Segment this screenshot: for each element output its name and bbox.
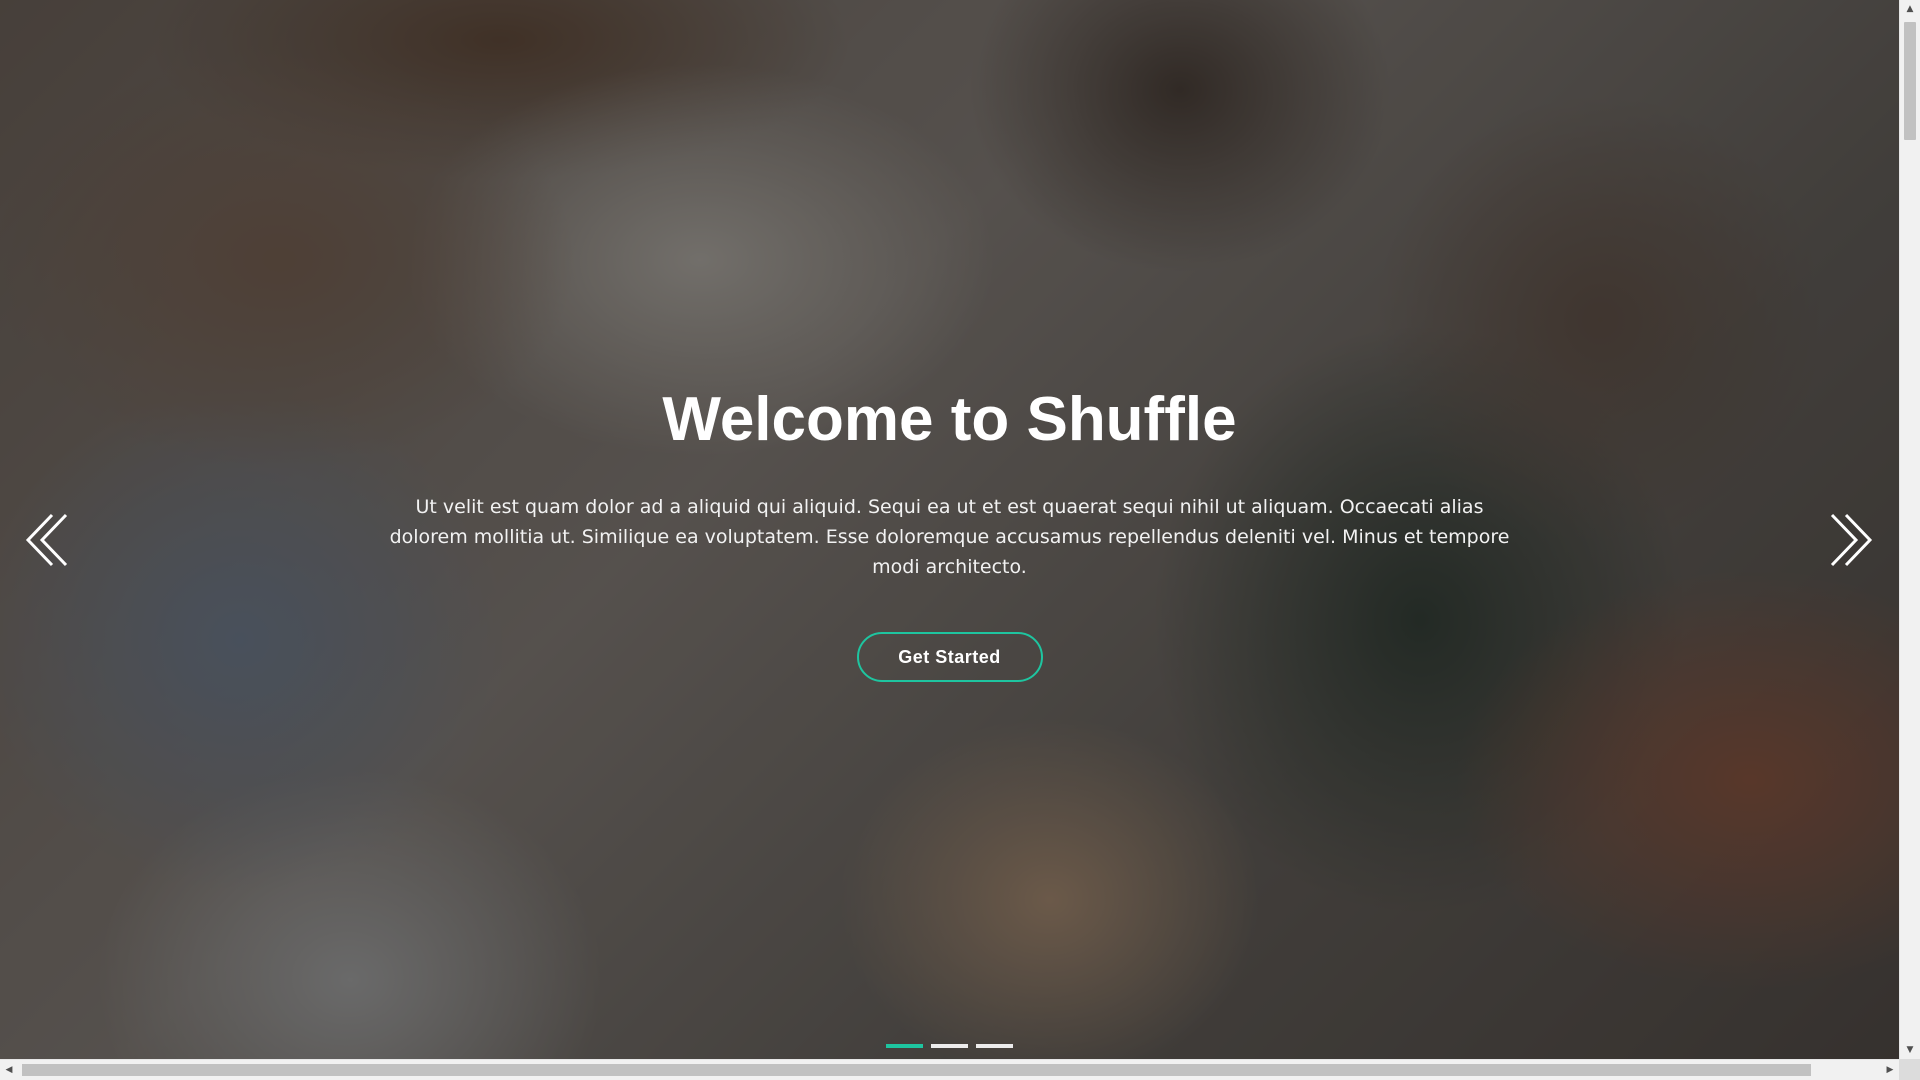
vertical-scrollbar[interactable]: ▲ ▼ [1899,0,1920,1059]
horizontal-scrollbar[interactable]: ◀ ▶ [0,1059,1899,1080]
horizontal-scrollbar-thumb[interactable] [22,1064,1811,1076]
hero-title: Welcome to Shuffle [662,385,1237,454]
scroll-up-arrow-icon[interactable]: ▲ [1900,0,1920,18]
carousel-indicator-1[interactable] [886,1044,923,1048]
carousel-indicators [0,1044,1899,1048]
carousel-indicator-2[interactable] [931,1044,968,1048]
hero-content: Welcome to Shuffle Ut velit est quam dol… [0,380,1899,682]
double-chevron-right-icon [1830,513,1873,567]
scrollbar-corner [1899,1059,1920,1080]
carousel-prev-button[interactable] [14,505,74,575]
scroll-down-arrow-icon[interactable]: ▼ [1900,1041,1920,1059]
hero-description: Ut velit est quam dolor ad a aliquid qui… [389,496,1510,578]
double-chevron-left-icon [25,513,68,567]
browser-viewport: Welcome to Shuffle Ut velit est quam dol… [0,0,1899,1059]
carousel-indicator-3[interactable] [976,1044,1013,1048]
carousel-next-button[interactable] [1824,505,1884,575]
get-started-button[interactable]: Get Started [856,632,1043,682]
scroll-left-arrow-icon[interactable]: ◀ [0,1060,18,1080]
scroll-right-arrow-icon[interactable]: ▶ [1881,1060,1899,1080]
vertical-scrollbar-thumb[interactable] [1904,22,1916,140]
